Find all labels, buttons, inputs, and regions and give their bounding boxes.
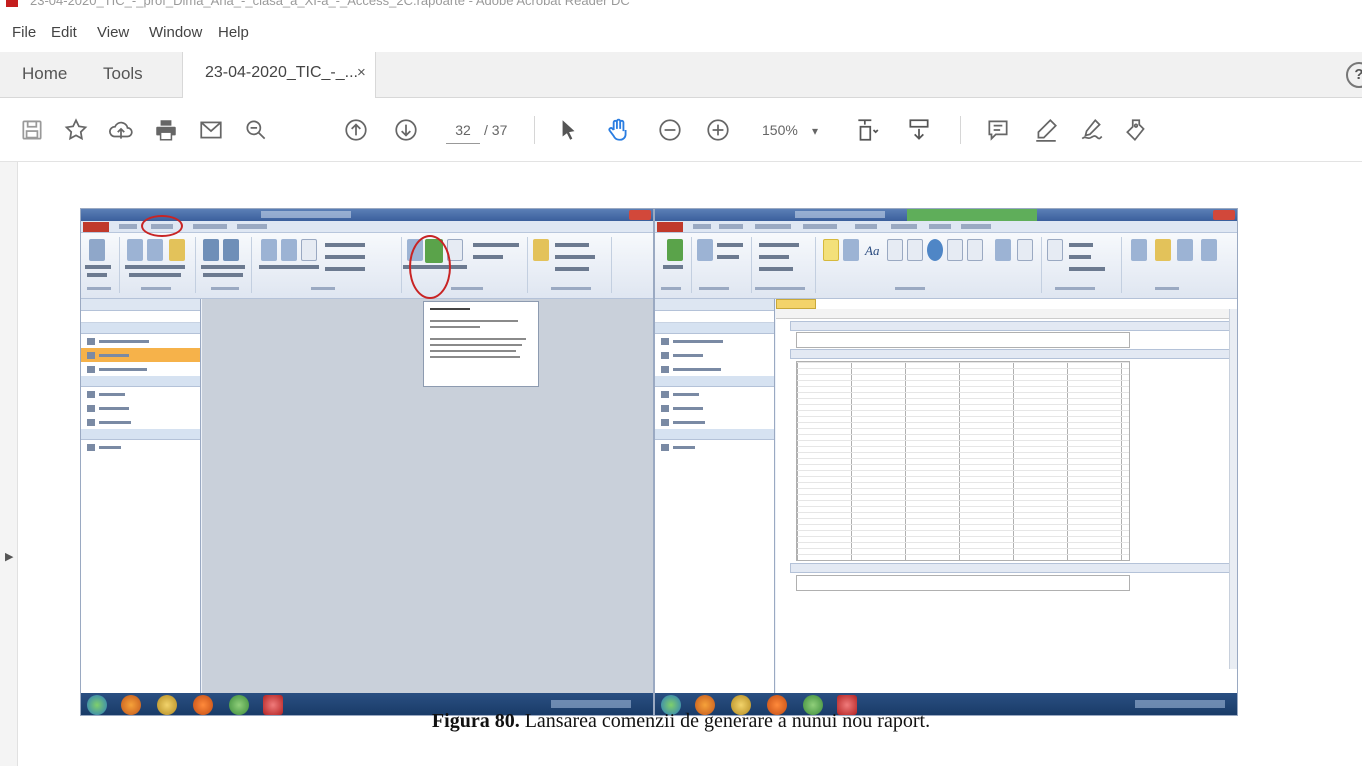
window-title: 23-04-2020_TIC_-_prof_Dima_Ana_-_clasa_a… — [30, 0, 630, 8]
save-icon[interactable] — [16, 98, 48, 162]
annotation-circle-report-design — [409, 235, 451, 299]
detail-grid — [796, 361, 1130, 561]
menu-edit[interactable]: Edit — [51, 24, 77, 41]
help-icon[interactable]: ? — [1346, 62, 1362, 88]
access-screenshot-create-tab — [80, 208, 654, 716]
comment-icon[interactable] — [982, 98, 1014, 162]
menu-help[interactable]: Help — [218, 24, 249, 41]
access-screenshot-report-design-view: Aa — [654, 208, 1238, 716]
page-total: / 37 — [484, 122, 508, 138]
email-icon[interactable] — [195, 98, 227, 162]
print-icon[interactable] — [150, 98, 182, 162]
access-ribbon — [81, 233, 653, 299]
annotation-circle-create-tab — [141, 215, 183, 237]
figure-caption-text: Lansarea comenzii de generare a nunui no… — [519, 710, 931, 732]
access-title-bar-right — [655, 209, 1237, 221]
report-design-tooltip — [423, 301, 539, 387]
page-down-icon[interactable] — [390, 98, 422, 162]
tab-bar: Home Tools 23-04-2020_TIC_-_... × ? — [0, 52, 1362, 98]
page-header-band — [790, 321, 1230, 331]
access-navigation-pane-right — [655, 299, 775, 693]
sign-icon[interactable] — [1076, 98, 1108, 162]
page-footer-grid — [796, 575, 1130, 591]
left-panel-rail[interactable]: ▶ — [0, 162, 18, 766]
report-design-surface — [776, 299, 1237, 693]
figure-caption: Figura 80. Lansarea comenzii de generare… — [0, 710, 1362, 733]
menu-file[interactable]: File — [12, 24, 36, 41]
detail-band — [790, 349, 1230, 359]
access-navigation-pane — [81, 299, 201, 693]
zoom-level[interactable]: 150% — [762, 116, 798, 144]
menu-view[interactable]: View — [97, 24, 129, 41]
main-toolbar: 32 / 37 150% ▾ — [0, 98, 1362, 162]
toolbar-divider — [534, 116, 535, 144]
access-design-ribbon: Aa — [655, 233, 1237, 299]
expand-panel-icon[interactable]: ▶ — [5, 550, 13, 563]
fit-page-icon[interactable] — [850, 98, 884, 162]
select-cursor-icon[interactable] — [554, 98, 582, 162]
highlight-pen-icon[interactable] — [1030, 98, 1062, 162]
zoom-out-icon[interactable] — [654, 98, 686, 162]
scroll-mode-icon[interactable] — [902, 98, 936, 162]
zoom-search-icon[interactable] — [240, 98, 272, 162]
page-up-icon[interactable] — [340, 98, 372, 162]
tab-home[interactable]: Home — [22, 64, 67, 84]
menu-bar: File Edit View Window Help — [0, 20, 1362, 48]
document-tab-title: 23-04-2020_TIC_-_... — [205, 64, 358, 81]
toolbar-divider — [960, 116, 961, 144]
access-ribbon-tabs-right — [655, 221, 1237, 233]
acrobat-app-icon — [6, 0, 18, 7]
tab-tools[interactable]: Tools — [103, 64, 143, 84]
tab-document[interactable]: 23-04-2020_TIC_-_... × — [182, 52, 376, 98]
bookmark-star-icon[interactable] — [60, 98, 92, 162]
zoom-in-icon[interactable] — [702, 98, 734, 162]
figure-caption-label: Figura 80. — [431, 710, 520, 732]
close-tab-icon[interactable]: × — [357, 64, 366, 81]
page-header-grid — [796, 332, 1130, 348]
page-footer-band — [790, 563, 1230, 573]
document-viewport[interactable]: ▶ Aa Figura 80. Lansarea comenzii de gen… — [0, 162, 1362, 766]
window-title-bar: 23-04-2020_TIC_-_prof_Dima_Ana_-_clasa_a… — [0, 0, 1362, 20]
upload-cloud-icon[interactable] — [105, 98, 137, 162]
share-icon[interactable] — [1120, 98, 1152, 162]
menu-window[interactable]: Window — [149, 24, 202, 41]
page-number-input[interactable]: 32 — [446, 116, 480, 144]
zoom-dropdown-caret[interactable]: ▾ — [812, 117, 818, 145]
hand-tool-icon[interactable] — [600, 98, 636, 162]
